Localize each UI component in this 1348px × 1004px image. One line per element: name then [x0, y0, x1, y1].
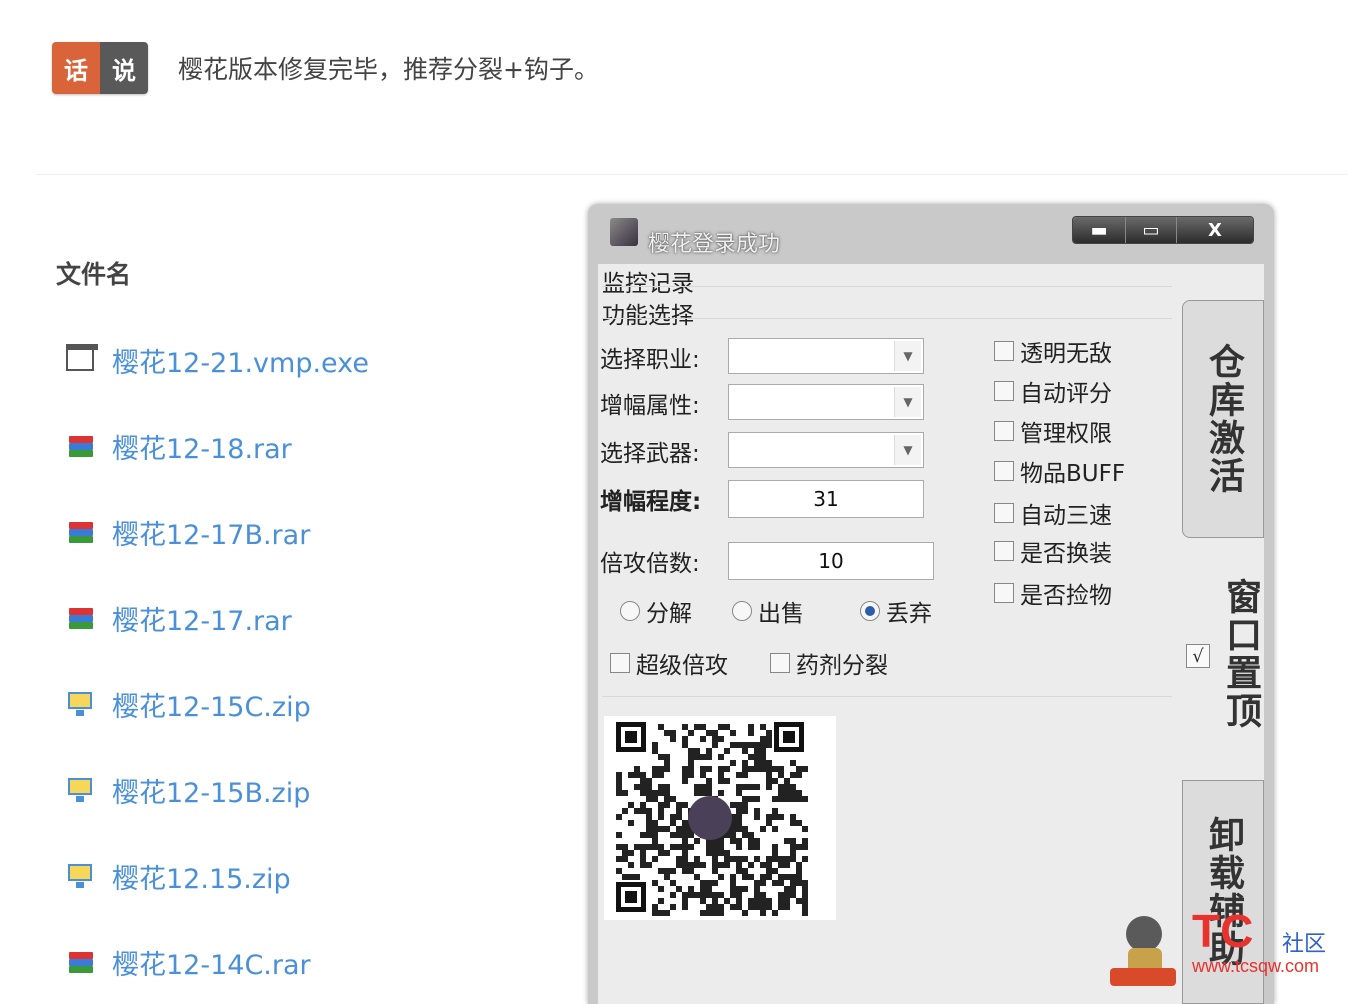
radio-label: 出售 — [758, 601, 804, 627]
file-link[interactable]: 樱花12-15B.zip — [112, 771, 310, 810]
checkbox-label: 是否捡物 — [1020, 583, 1112, 609]
badge-right: 说 — [100, 42, 148, 94]
file-link[interactable]: 樱花12.15.zip — [112, 857, 291, 896]
radio-discard[interactable]: 丢弃 — [860, 594, 932, 628]
file-row[interactable]: 樱花12-17.rar — [66, 598, 292, 638]
file-link[interactable]: 樱花12-14C.rar — [112, 943, 311, 982]
rar-archive-icon — [66, 516, 98, 548]
exe-file-icon — [66, 344, 98, 376]
rar-archive-icon — [66, 946, 98, 978]
watermark-url: www.tcsqw.com — [1192, 956, 1320, 976]
checkbox-swap-gear[interactable]: 是否换装 — [994, 534, 1112, 568]
tab-features[interactable]: 功能选择 — [602, 296, 694, 330]
window-client: 监控记录 功能选择 选择职业: ▼ 增幅属性: ▼ 选择武器: ▼ 增幅程度: … — [598, 264, 1264, 1004]
topmost-checkbox[interactable]: √ — [1186, 644, 1210, 668]
rar-archive-icon — [66, 602, 98, 634]
title-bar[interactable]: 樱花登录成功 ▬ ▭ X — [588, 204, 1274, 264]
badge-left: 话 — [52, 42, 100, 94]
rar-archive-icon — [66, 430, 98, 462]
watermark-community: 社区 — [1282, 932, 1327, 957]
file-link[interactable]: 樱花12-21.vmp.exe — [112, 341, 369, 380]
file-row[interactable]: 樱花12-15C.zip — [66, 684, 311, 724]
checkbox-label: 管理权限 — [1020, 421, 1112, 447]
watermark-logo: TC — [1192, 905, 1254, 957]
topmost-text: 窗口置顶 — [1220, 578, 1261, 730]
job-label: 选择职业: — [600, 347, 700, 373]
weapon-select[interactable]: ▼ — [728, 432, 924, 468]
checkbox-potion-split[interactable]: 药剂分裂 — [770, 646, 888, 680]
radio-decompose[interactable]: 分解 — [620, 594, 692, 628]
file-row[interactable]: 樱花12-21.vmp.exe — [66, 340, 369, 380]
file-link[interactable]: 樱花12-18.rar — [112, 427, 292, 466]
radio-label: 丢弃 — [886, 601, 932, 627]
checkbox-label: 透明无敌 — [1020, 341, 1112, 367]
checkbox-admin[interactable]: 管理权限 — [994, 414, 1112, 448]
divider — [36, 174, 1348, 175]
app-window: 樱花登录成功 ▬ ▭ X 监控记录 功能选择 选择职业: ▼ 增幅属性: ▼ 选… — [588, 204, 1274, 1004]
site-watermark: TC 社区 www.tcsqw.com — [1100, 900, 1348, 998]
file-link[interactable]: 樱花12-17.rar — [112, 599, 292, 638]
file-row[interactable]: 樱花12.15.zip — [66, 856, 291, 896]
level-label: 增幅程度: — [600, 489, 702, 515]
checkbox-super-attack[interactable]: 超级倍攻 — [610, 646, 728, 680]
checkbox-label: 物品BUFF — [1020, 461, 1126, 487]
weapon-label: 选择武器: — [600, 441, 700, 467]
divider — [602, 696, 1172, 697]
checkbox-auto-score[interactable]: 自动评分 — [994, 374, 1112, 408]
announcement-text: 樱花版本修复完毕，推荐分裂+钩子。 — [178, 55, 599, 84]
divider — [602, 286, 1172, 287]
zip-archive-icon — [66, 774, 98, 806]
file-row[interactable]: 樱花12-14C.rar — [66, 942, 311, 982]
warehouse-label: 仓库激活 — [1203, 343, 1244, 495]
checkbox-label: 是否换装 — [1020, 541, 1112, 567]
zip-archive-icon — [66, 860, 98, 892]
topmost-label: 窗口置顶 — [1214, 578, 1348, 734]
checkbox-label: 自动评分 — [1020, 381, 1112, 407]
warehouse-activate-button[interactable]: 仓库激活 — [1182, 300, 1264, 538]
attr-select[interactable]: ▼ — [728, 384, 924, 420]
level-input[interactable]: 31 — [728, 480, 924, 518]
zip-archive-icon — [66, 688, 98, 720]
divider — [602, 318, 1172, 319]
file-link[interactable]: 樱花12-17B.rar — [112, 513, 310, 552]
file-list-title: 文件名 — [56, 260, 132, 289]
chevron-down-icon[interactable]: ▼ — [894, 341, 921, 371]
file-row[interactable]: 樱花12-18.rar — [66, 426, 292, 466]
window-title: 樱花登录成功 — [648, 232, 781, 257]
window-controls: ▬ ▭ X — [1072, 216, 1254, 244]
checkbox-triple-speed[interactable]: 自动三速 — [994, 496, 1112, 530]
tab-monitor[interactable]: 监控记录 — [602, 264, 694, 298]
checkbox-pickup[interactable]: 是否捡物 — [994, 576, 1112, 610]
checkbox-invincible[interactable]: 透明无敌 — [994, 334, 1112, 368]
checkbox-label: 自动三速 — [1020, 503, 1112, 529]
file-link[interactable]: 樱花12-15C.zip — [112, 685, 311, 724]
announcement-badge: 话 说 — [52, 42, 148, 94]
mascot-icon — [1100, 908, 1186, 992]
checkbox-label: 超级倍攻 — [636, 653, 728, 679]
close-button[interactable]: X — [1177, 217, 1253, 243]
multiplier-label: 倍攻倍数: — [600, 551, 700, 577]
checkbox-label: 药剂分裂 — [796, 653, 888, 679]
job-select[interactable]: ▼ — [728, 338, 924, 374]
qr-code-image — [604, 716, 836, 920]
file-row[interactable]: 樱花12-17B.rar — [66, 512, 310, 552]
chevron-down-icon[interactable]: ▼ — [894, 387, 921, 417]
maximize-button[interactable]: ▭ — [1126, 217, 1177, 243]
app-avatar-icon — [610, 218, 638, 246]
radio-sell[interactable]: 出售 — [732, 594, 804, 628]
checkbox-item-buff[interactable]: 物品BUFF — [994, 454, 1125, 488]
file-row[interactable]: 樱花12-15B.zip — [66, 770, 310, 810]
attr-label: 增幅属性: — [600, 393, 700, 419]
radio-label: 分解 — [646, 601, 692, 627]
chevron-down-icon[interactable]: ▼ — [894, 435, 921, 465]
multiplier-input[interactable]: 10 — [728, 542, 934, 580]
minimize-button[interactable]: ▬ — [1073, 217, 1126, 243]
